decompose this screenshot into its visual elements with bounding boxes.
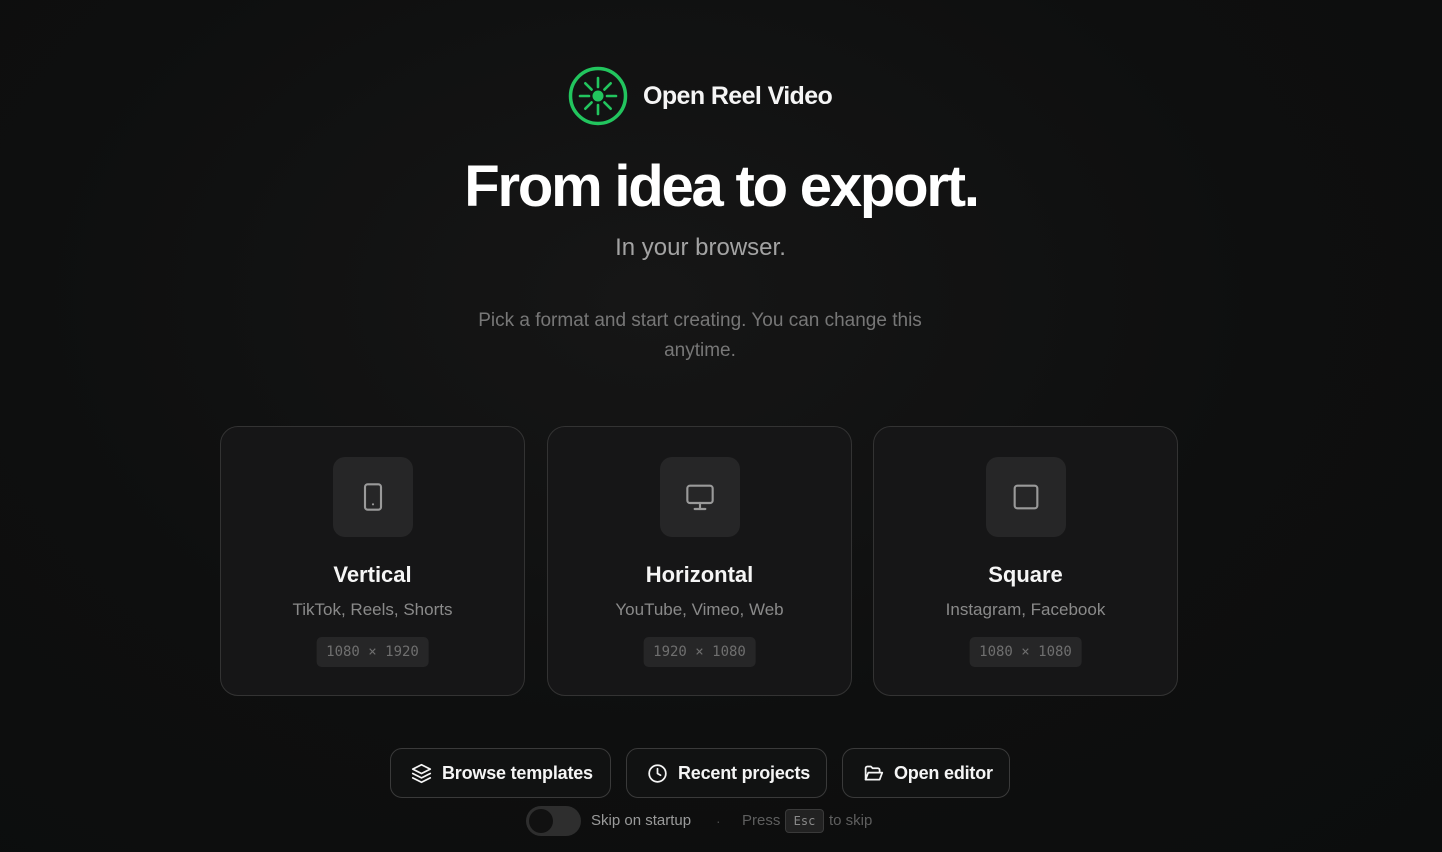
- hero-subtitle-text: In your browser.: [615, 234, 786, 261]
- format-title: Square: [988, 562, 1063, 587]
- square-icon: [1013, 484, 1038, 510]
- format-card-vertical[interactable]: Vertical TikTok, Reels, Shorts 1080 × 19…: [220, 426, 525, 696]
- format-subtitle: TikTok, Reels, Shorts: [292, 600, 453, 619]
- startup-footer: Skip on startup · Press Esc to skip: [0, 806, 1442, 836]
- brand-name: Open Reel Video: [643, 81, 833, 110]
- format-title: Horizontal: [645, 562, 754, 587]
- intro-text: Pick a format and start creating. You ca…: [478, 310, 922, 361]
- format-icon-tile: [985, 457, 1066, 537]
- skip-on-startup-toggle[interactable]: [526, 806, 581, 836]
- open-editor-button[interactable]: Open editor: [842, 748, 1010, 798]
- format-subtitle: Instagram, Facebook: [945, 600, 1106, 619]
- format-dimensions: 1080 × 1080: [969, 637, 1082, 667]
- quick-actions: Browse templates Recent projects Open ed…: [0, 748, 1442, 798]
- recent-projects-label: Recent projects: [678, 762, 811, 783]
- skip-hint: to skip: [829, 812, 873, 829]
- toggle-knob: [529, 809, 553, 833]
- smartphone-icon: [363, 483, 382, 511]
- brand: Open Reel Video: [568, 66, 833, 126]
- recent-projects-button[interactable]: Recent projects: [626, 748, 827, 798]
- hero-title: From idea to export.: [464, 154, 980, 219]
- folder-open-icon: [864, 765, 884, 780]
- clock-icon: [648, 763, 667, 783]
- browse-templates-label: Browse templates: [442, 762, 593, 783]
- monitor-icon: [685, 484, 714, 511]
- format-card-square[interactable]: Square Instagram, Facebook 1080 × 1080: [873, 426, 1178, 696]
- hero-subtitle: In your browser.: [0, 233, 1401, 263]
- esc-key: Esc: [785, 809, 824, 833]
- format-dimensions: 1920 × 1080: [643, 637, 756, 667]
- format-title: Vertical: [333, 562, 412, 587]
- format-subtitle: YouTube, Vimeo, Web: [615, 600, 784, 619]
- format-card-horizontal[interactable]: Horizontal YouTube, Vimeo, Web 1920 × 10…: [547, 426, 852, 696]
- format-cards: Vertical TikTok, Reels, Shorts 1080 × 19…: [220, 426, 1180, 698]
- footer-separator: ·: [716, 813, 721, 829]
- open-editor-label: Open editor: [894, 762, 993, 783]
- format-dimensions: 1080 × 1920: [316, 637, 429, 667]
- press-hint: Press: [742, 812, 781, 829]
- browse-templates-button[interactable]: Browse templates: [390, 748, 611, 798]
- format-icon-tile: [659, 457, 740, 537]
- format-icon-tile: [332, 457, 413, 537]
- skip-on-startup-label: Skip on startup: [591, 812, 692, 829]
- layers-icon: [411, 763, 432, 783]
- reel-sun-icon: [568, 66, 628, 126]
